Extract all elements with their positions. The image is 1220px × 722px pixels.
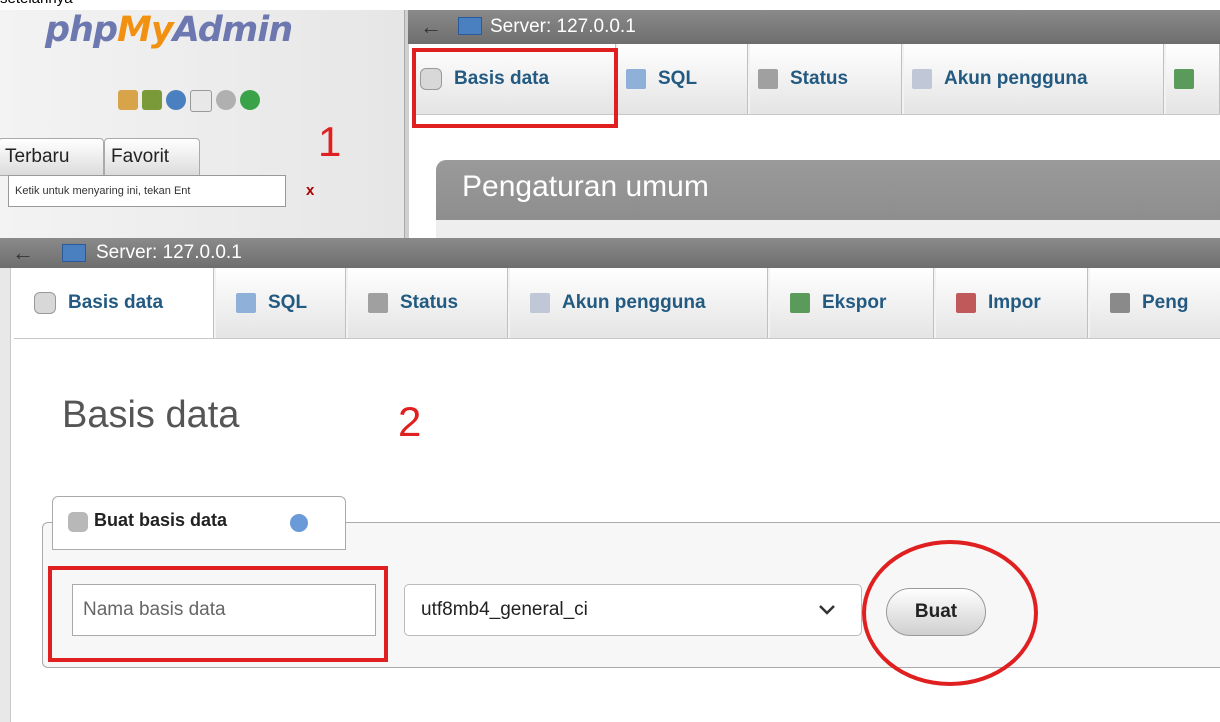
favorites-tab[interactable]: Favorit [104,138,200,176]
recent-tab[interactable]: Terbaru [0,138,104,176]
screenshot-1: phpMyAdmin Terbaru Favorit Ketik untuk m… [0,10,1220,238]
navigation-icons [118,90,260,114]
create-database-label: Buat basis data [94,510,228,530]
sidebar-divider[interactable] [404,10,409,238]
collation-select[interactable]: utf8mb4_general_ci [404,584,862,636]
status-chart-icon [368,292,388,313]
tab-settings-partial-2[interactable]: Peng [1090,268,1220,338]
highlight-databases-tab [412,48,618,128]
main-menu-tabs-2: Basis data SQL Status Akun pengguna Eksp… [14,268,1220,339]
logout-icon[interactable] [142,90,162,110]
chevron-down-icon [819,605,835,615]
reload-icon[interactable] [240,90,260,110]
new-database-icon [68,512,88,532]
wrench-icon [1110,292,1130,313]
sql-icon [236,292,256,313]
help-icon[interactable] [290,514,308,532]
general-settings-body [436,220,1220,238]
tab-sql[interactable]: SQL [618,44,748,114]
server-breadcrumb[interactable]: Server: 127.0.0.1 [490,16,636,38]
phpmyadmin-logo[interactable]: phpMyAdmin [45,10,293,50]
sidebar-edge [0,268,11,722]
tab-import-2[interactable]: Impor [936,268,1088,338]
export-icon [790,292,810,313]
import-icon [956,292,976,313]
documentation-icon[interactable] [190,90,212,112]
user-accounts-icon [530,292,550,313]
user-accounts-icon [912,68,932,89]
export-icon [1174,68,1194,89]
server-breadcrumb-bar-2: ← Server: 127.0.0.1 [0,238,1220,268]
sql-icon [626,68,646,89]
status-chart-icon [758,68,778,89]
tab-user-accounts[interactable]: Akun pengguna [904,44,1164,114]
clipped-caption: setelahnya [0,0,73,7]
tab-databases-2[interactable]: Basis data [14,268,214,338]
navigation-filter-input[interactable]: Ketik untuk menyaring ini, tekan Ent [8,175,286,207]
server-breadcrumb-bar: Server: 127.0.0.1 [408,10,1220,44]
tab-sql-2[interactable]: SQL [216,268,346,338]
highlight-create-button [862,540,1038,686]
highlight-name-input [48,566,388,662]
help-icon[interactable] [166,90,186,110]
server-icon-2 [62,244,86,268]
collapse-sidebar-arrow-2[interactable]: ← [12,240,34,266]
tab-status[interactable]: Status [750,44,902,114]
home-icon[interactable] [118,90,138,110]
tab-status-2[interactable]: Status [348,268,508,338]
settings-gear-icon[interactable] [216,90,236,110]
tab-export-2[interactable]: Ekspor [770,268,934,338]
page-title: Basis data [62,394,240,436]
clear-filter-button[interactable]: x [306,182,314,199]
step-2-annotation: 2 [398,398,422,445]
tab-export-partial[interactable] [1166,44,1220,114]
server-icon [458,17,482,41]
server-breadcrumb-2[interactable]: Server: 127.0.0.1 [96,242,242,264]
step-1-annotation: 1 [318,118,342,165]
database-icon [34,291,56,314]
general-settings-title: Pengaturan umum [462,170,709,203]
collapse-sidebar-arrow[interactable]: ← [420,14,442,40]
tab-user-accounts-2[interactable]: Akun pengguna [510,268,768,338]
screenshot-2: ← Server: 127.0.0.1 Basis data SQL Statu… [0,238,1220,722]
